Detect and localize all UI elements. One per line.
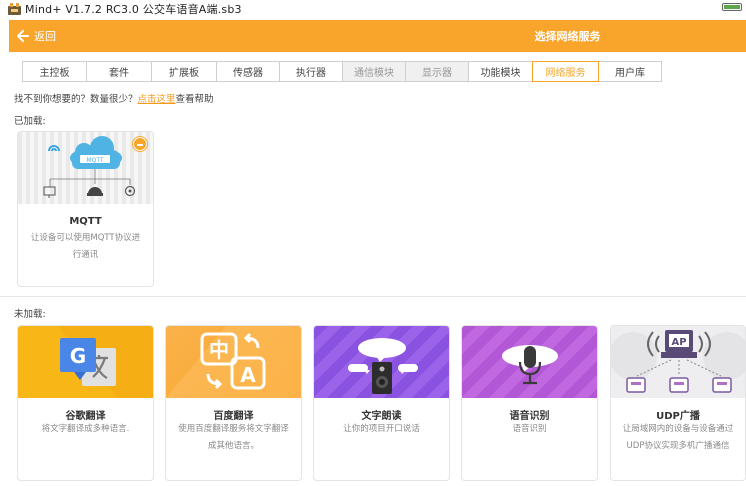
battery-icon [722, 3, 742, 11]
tab-network-services[interactable]: 网络服务 [532, 61, 599, 82]
extension-description: 语音识别 [512, 424, 547, 434]
remove-extension-button[interactable] [133, 137, 147, 151]
microphone-icon [502, 345, 558, 385]
extension-name: MQTT [69, 216, 102, 227]
tab-function-modules[interactable]: 功能模块 [469, 61, 533, 82]
extension-name: 语音识别 [509, 411, 550, 422]
baidu-translate-icon: 中 A [166, 326, 301, 398]
tab-actuators[interactable]: 执行器 [280, 61, 343, 82]
page-title: 选择网络服务 [534, 30, 601, 43]
tab-user-library[interactable]: 用户库 [599, 61, 662, 82]
extension-description: 让局域网内的设备与设备通过 UDP协议实现多机广播通信 [622, 424, 734, 451]
extension-name: 文字朗读 [361, 411, 402, 422]
udp-banner: AP [611, 326, 745, 398]
unloaded-label: 未加载: [14, 309, 46, 320]
help-suffix: 查看帮助 [175, 94, 214, 105]
baidu-glyph-a: A [240, 363, 256, 387]
loaded-label: 已加载: [14, 116, 46, 127]
category-tabs: 主控板 套件 扩展板 传感器 执行器 通信模块 显示器 功能模块 网络服务 用户… [22, 61, 662, 82]
extension-card-baidu-translate[interactable]: 中 A 百度翻译 使用百度翻译服务将文字翻译 成其他语言。 [165, 325, 302, 481]
help-link[interactable]: 点击这里 [138, 94, 176, 105]
section-divider [0, 296, 746, 297]
tab-display[interactable]: 显示器 [406, 61, 469, 82]
extension-description: 让你的项目开口说话 [343, 424, 420, 434]
mqtt-banner-text: MQTT [86, 157, 103, 164]
speaker-icon [348, 338, 418, 394]
extension-card-google-translate[interactable]: G 谷歌翻译 将文字翻译成多种语言. [17, 325, 154, 481]
extension-name: 谷歌翻译 [65, 411, 106, 422]
mqtt-banner: MQTT [18, 132, 153, 204]
extension-card-udp-broadcast[interactable]: AP UDP广播 让局域网内的设备与设备通过 UDP协议实现多机广播通信 [610, 325, 746, 481]
google-translate-banner: G [18, 326, 153, 398]
tab-communication[interactable]: 通信模块 [343, 61, 406, 82]
window-titlebar: Mind+ V1.7.2 RC3.0 公交车语音A端.sb3 [0, 0, 746, 18]
extension-description: 让设备可以使用MQTT协议进 行通讯 [30, 233, 141, 260]
google-translate-icon: G [58, 326, 153, 398]
udp-ap-text: AP [671, 337, 686, 348]
extension-card-mqtt[interactable]: MQTT MQTT 让设备可以使用MQTT协议进 行通讯 [17, 131, 154, 287]
baidu-translate-banner: 中 A [166, 326, 301, 398]
back-label: 返回 [34, 30, 56, 43]
tab-main-board[interactable]: 主控板 [22, 61, 87, 82]
window-title: Mind+ V1.7.2 RC3.0 公交车语音A端.sb3 [25, 3, 242, 16]
mind-plus-app-icon [8, 3, 21, 15]
help-prefix: 找不到你想要的？数量很少？ [14, 94, 138, 105]
svg-text:G: G [70, 344, 86, 368]
speech-recognition-banner [462, 326, 597, 398]
extension-description: 将文字翻译成多种语言. [41, 424, 130, 434]
tab-sensors[interactable]: 传感器 [217, 61, 280, 82]
extension-card-text-to-speech[interactable]: 文字朗读 让你的项目开口说话 [313, 325, 450, 481]
extension-card-speech-recognition[interactable]: 语音识别 语音识别 [461, 325, 598, 481]
baidu-glyph-zh: 中 [209, 338, 229, 362]
udp-network-icon: AP [611, 330, 745, 393]
page-header: 返回 选择网络服务 [9, 20, 746, 52]
help-line: 找不到你想要的？数量很少？点击这里查看帮助 [14, 91, 214, 105]
text-to-speech-banner [314, 326, 449, 398]
extension-name: UDP广播 [656, 411, 700, 422]
arrow-left-icon [17, 30, 29, 42]
tab-kits[interactable]: 套件 [87, 61, 152, 82]
tab-expansion-board[interactable]: 扩展板 [152, 61, 217, 82]
extension-name: 百度翻译 [213, 411, 254, 422]
extension-description: 使用百度翻译服务将文字翻译 成其他语言。 [178, 424, 289, 451]
back-button[interactable]: 返回 [17, 28, 56, 44]
